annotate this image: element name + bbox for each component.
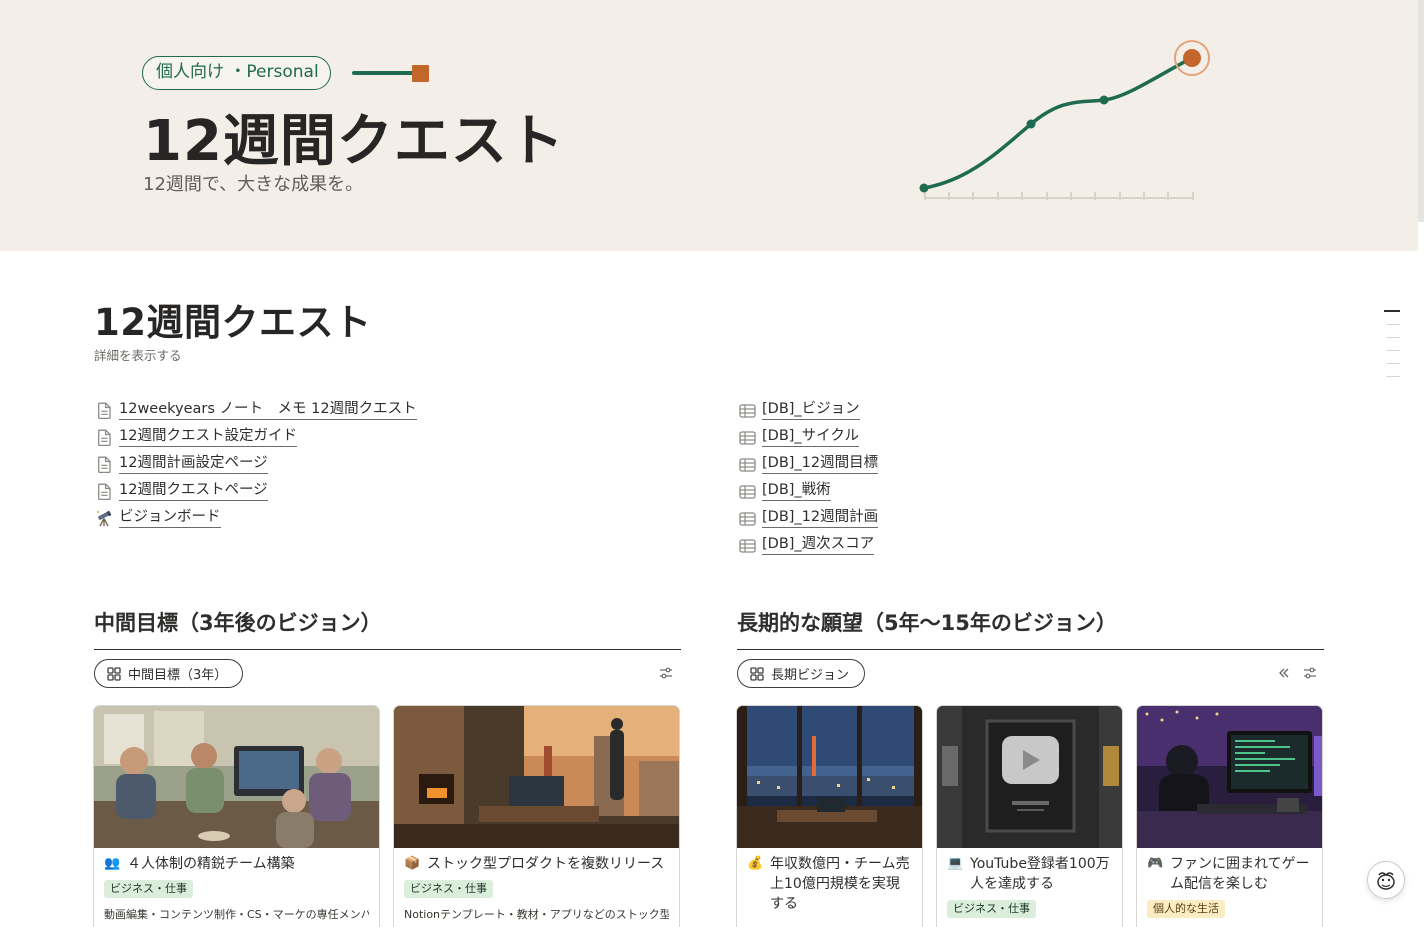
cover-decor-square <box>412 65 429 82</box>
card-title: 💻 YouTube登録者100万人を達成する <box>947 854 1112 894</box>
database-link-label[interactable]: [DB]_ビジョン <box>762 401 860 420</box>
page-link-row[interactable]: 12週間計画設定ページ <box>94 451 417 478</box>
database-link-row[interactable]: [DB]_週次スコア <box>737 532 878 559</box>
database-link-row[interactable]: [DB]_12週間計画 <box>737 505 879 532</box>
mid-term-view-label: 中間目標（3年） <box>128 668 228 683</box>
package-icon: 📦 <box>404 856 421 871</box>
table-icon <box>737 536 757 556</box>
filter-settings-icon[interactable] <box>657 664 675 682</box>
page-link-label[interactable]: 12weekyears ノート メモ 12週間クエスト <box>119 401 417 420</box>
database-link-label[interactable]: [DB]_12週間計画 <box>762 509 879 528</box>
card-title-text: ファンに囲まれてゲーム配信を楽しむ <box>1170 856 1310 892</box>
card-cover-image <box>94 706 379 848</box>
show-details-link[interactable]: 詳細を表示する <box>94 345 182 364</box>
long-term-view-label: 長期ビジョン <box>771 668 850 683</box>
toc-marker-active[interactable] <box>1384 310 1400 312</box>
long-term-view-tab[interactable]: 長期ビジョン <box>737 659 866 688</box>
filter-settings-icon[interactable] <box>1301 664 1319 682</box>
gallery-card[interactable]: 🎮 ファンに囲まれてゲーム配信を楽しむ 個人的な生活 <box>1136 705 1323 927</box>
scrollbar[interactable] <box>1418 0 1424 222</box>
mid-term-section-title: 中間目標（3年後のビジョン） <box>94 611 382 635</box>
page-links-list: 12weekyears ノート メモ 12週間クエスト 12週間クエスト設定ガイ… <box>94 397 417 532</box>
database-link-row[interactable]: [DB]_ビジョン <box>737 397 878 424</box>
category-tag: ビジネス・仕事 <box>947 900 1036 918</box>
page-icon <box>94 428 114 448</box>
card-cover-image <box>937 706 1122 848</box>
cover-banner: 個人向け ・Personal 12週間クエスト 12週間で、大きな成果を。 <box>0 0 1418 251</box>
page-icon <box>94 401 114 421</box>
database-link-row[interactable]: [DB]_12週間目標 <box>737 451 879 478</box>
game-controller-icon: 🎮 <box>1147 856 1164 871</box>
card-title-text: 年収数億円・チーム売上10億円規模を実現する <box>770 856 910 912</box>
category-tag: 個人的な生活 <box>1147 900 1225 918</box>
cover-title: 12週間クエスト <box>143 109 565 174</box>
table-icon <box>737 401 757 421</box>
page-title: 12週間クエスト <box>94 301 372 344</box>
database-link-row[interactable]: [DB]_サイクル <box>737 424 878 451</box>
database-link-label[interactable]: [DB]_戦術 <box>762 482 831 501</box>
toc-marker[interactable] <box>1386 323 1400 325</box>
page-link-row[interactable]: ビジョンボード <box>94 505 417 532</box>
long-term-section-title: 長期的な願望（5年〜15年のビジョン） <box>737 611 1117 635</box>
card-description: Notionテンプレート・教材・アプリなどのストック型 <box>404 908 669 921</box>
gallery-card[interactable]: 👥 ４人体制の精鋭チーム構築 ビジネス・仕事 動画編集・コンテンツ制作・CS・マ… <box>93 705 380 927</box>
table-icon <box>737 482 757 502</box>
card-cover-image <box>1137 706 1322 848</box>
cover-decor-line <box>352 71 414 75</box>
toc-marker[interactable] <box>1386 349 1400 351</box>
page-link-label[interactable]: 12週間クエストページ <box>119 482 268 501</box>
table-icon <box>737 455 757 475</box>
category-tag: ビジネス・仕事 <box>104 880 193 898</box>
card-description: 動画編集・コンテンツ制作・CS・マーケの専任メンバ <box>104 908 369 921</box>
database-links-list: [DB]_ビジョン [DB]_サイクル [DB]_12週間目標 [DB]_戦術 … <box>737 397 879 559</box>
page-link-label[interactable]: ビジョンボード <box>119 509 221 528</box>
page-icon <box>94 482 114 502</box>
card-title: 👥 ４人体制の精鋭チーム構築 <box>104 854 369 874</box>
page-icon <box>94 455 114 475</box>
database-link-row[interactable]: [DB]_戦術 <box>737 478 878 505</box>
card-title: 💰 年収数億円・チーム売上10億円規模を実現する <box>747 854 912 914</box>
cover-growth-graph <box>919 40 1210 200</box>
toc-marker[interactable] <box>1386 336 1400 338</box>
card-title: 📦 ストック型プロダクトを複数リリース <box>404 854 669 874</box>
toc-marker[interactable] <box>1386 362 1400 364</box>
toc-marker[interactable] <box>1386 375 1400 377</box>
mid-term-view-tab[interactable]: 中間目標（3年） <box>94 659 244 688</box>
card-title: 🎮 ファンに囲まれてゲーム配信を楽しむ <box>1147 854 1312 894</box>
card-cover-image <box>394 706 679 848</box>
gallery-card[interactable]: 📦 ストック型プロダクトを複数リリース ビジネス・仕事 Notionテンプレート… <box>393 705 680 927</box>
database-link-label[interactable]: [DB]_サイクル <box>762 428 859 447</box>
table-icon <box>737 509 757 529</box>
card-title-text: ストック型プロダクトを複数リリース <box>427 856 665 872</box>
help-button[interactable] <box>1367 861 1405 899</box>
page-link-label[interactable]: 12週間クエスト設定ガイド <box>119 428 297 447</box>
card-title-text: ４人体制の精鋭チーム構築 <box>127 856 295 872</box>
gallery-card[interactable]: 💻 YouTube登録者100万人を達成する ビジネス・仕事 <box>936 705 1123 927</box>
page-link-row[interactable]: 12週間クエスト設定ガイド <box>94 424 417 451</box>
laptop-icon: 💻 <box>947 856 964 871</box>
table-of-contents-rail[interactable] <box>1384 310 1400 389</box>
page-link-label[interactable]: 12週間計画設定ページ <box>119 455 268 474</box>
cover-audience-pill: 個人向け ・Personal <box>142 56 331 90</box>
card-cover-image <box>737 706 922 848</box>
assistant-face-icon <box>1377 872 1395 890</box>
database-link-label[interactable]: [DB]_12週間目標 <box>762 455 879 474</box>
page-link-row[interactable]: 12週間クエストページ <box>94 478 417 505</box>
database-link-label[interactable]: [DB]_週次スコア <box>762 536 875 555</box>
gallery-icon <box>750 666 764 681</box>
telescope-icon <box>94 509 114 529</box>
people-icon: 👥 <box>104 856 121 871</box>
cover-subtitle: 12週間で、大きな成果を。 <box>143 174 364 195</box>
category-tag: ビジネス・仕事 <box>404 880 493 898</box>
table-icon <box>737 428 757 448</box>
long-term-divider <box>737 649 1324 650</box>
gallery-card[interactable]: 💰 年収数億円・チーム売上10億円規模を実現する <box>736 705 923 927</box>
page-link-row[interactable]: 12weekyears ノート メモ 12週間クエスト <box>94 397 417 424</box>
mid-term-divider <box>94 649 681 650</box>
card-title-text: YouTube登録者100万人を達成する <box>970 856 1110 892</box>
money-bag-icon: 💰 <box>747 856 764 871</box>
gallery-icon <box>107 666 121 681</box>
collapse-double-chevron-icon[interactable] <box>1275 664 1293 682</box>
